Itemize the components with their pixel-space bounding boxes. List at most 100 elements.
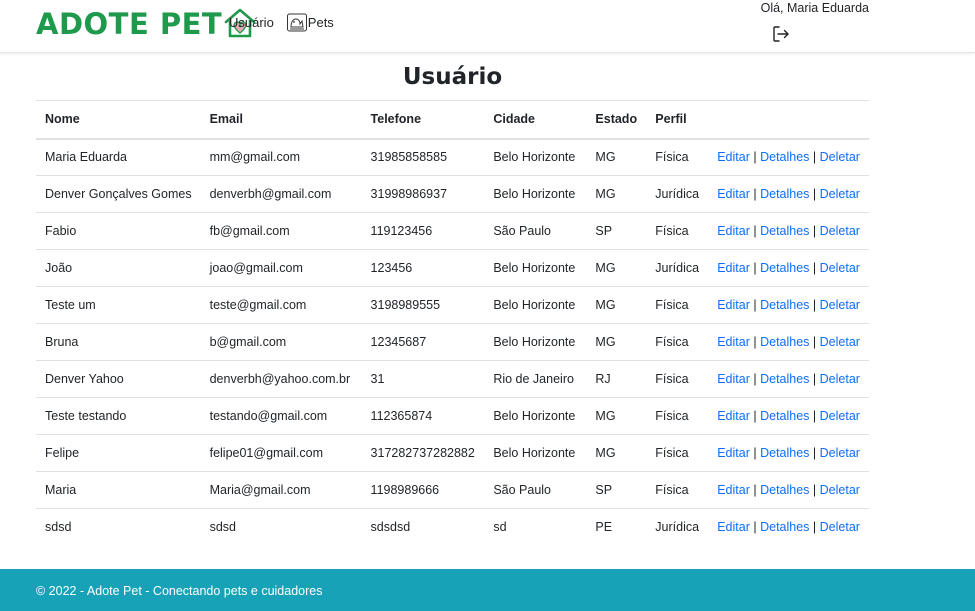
cell-estado: MG [586, 249, 647, 287]
delete-link[interactable]: Deletar [820, 298, 860, 312]
delete-link[interactable]: Deletar [820, 409, 860, 423]
cell-perfil: Jurídica [646, 175, 709, 213]
cell-perfil: Física [646, 360, 709, 398]
nav-link-usuario[interactable]: Usuário [229, 15, 274, 30]
table-row: sdsd sdsd sdsdsd sd PE Jurídica Editar | Detal… [36, 509, 869, 546]
details-link[interactable]: Detalhes [760, 483, 809, 497]
brand-link[interactable]: ADOTE PET [36, 6, 257, 42]
table-header: Nome Email Telefone Cidade Estado Perfil [36, 100, 869, 140]
nav-link-pets[interactable]: Pets [286, 11, 334, 33]
brand-name: ADOTE PET [36, 6, 223, 41]
details-link[interactable]: Detalhes [760, 261, 809, 275]
edit-link[interactable]: Editar [717, 483, 750, 497]
cell-actions: Editar | Detalhes | Deletar [708, 360, 869, 398]
edit-link[interactable]: Editar [717, 261, 750, 275]
edit-link[interactable]: Editar [717, 335, 750, 349]
edit-link[interactable]: Editar [717, 298, 750, 312]
footer-text: © 2022 - Adote Pet - Conectando pets e c… [36, 584, 323, 598]
cell-telefone: 119123456 [361, 212, 485, 250]
cell-nome: sdsd [45, 520, 72, 535]
edit-link[interactable]: Editar [717, 187, 750, 201]
cell-actions: Editar | Detalhes | Deletar [708, 434, 869, 472]
details-link[interactable]: Detalhes [760, 150, 809, 164]
action-separator: | [812, 409, 817, 423]
cell-perfil: Física [646, 212, 709, 250]
users-table-container: Nome Email Telefone Cidade Estado Perfil… [36, 100, 869, 546]
cell-perfil: Física [646, 397, 709, 435]
delete-link[interactable]: Deletar [820, 224, 860, 238]
cell-nome: Felipe [36, 434, 201, 472]
cell-estado: SP [586, 212, 647, 250]
cell-telefone: 31 [361, 360, 485, 398]
edit-link[interactable]: Editar [717, 409, 750, 423]
action-separator: | [753, 520, 757, 535]
delete-link[interactable]: Deletar [820, 483, 860, 497]
action-separator: | [812, 372, 817, 386]
cell-nome: João [36, 249, 201, 287]
delete-link[interactable]: Deletar [820, 187, 860, 201]
cell-actions: Editar | Detalhes | Deletar [708, 138, 869, 176]
delete-link[interactable]: Deletar [820, 446, 860, 460]
action-separator: | [812, 335, 817, 349]
table-body: Maria Eduarda mm@gmail.com 31985858585 Belo… [36, 138, 869, 546]
cell-email: denverbh@gmail.com [200, 175, 362, 213]
cell-perfil: Física [646, 434, 709, 472]
table-row: Teste testando testando@gmail.com 11236587… [36, 397, 869, 435]
cell-perfil: Jurídica [655, 520, 700, 535]
navbar: ADOTE PET Usuário Pets Olá, Maria Eduard… [0, 0, 975, 53]
cell-cidade: Belo Horizonte [484, 138, 587, 176]
main-nav: Usuário Pets [229, 11, 334, 33]
column-header-perfil: Perfil [646, 100, 709, 140]
column-header-telefone: Telefone [361, 100, 485, 140]
details-link[interactable]: Detalhes [760, 224, 809, 238]
details-link[interactable]: Detalhes [760, 446, 809, 460]
delete-link[interactable]: Deletar [820, 520, 860, 534]
cell-actions: Editar | Detalhes | Deletar [708, 175, 869, 213]
cell-nome: Fabio [36, 212, 201, 250]
action-separator: | [753, 446, 757, 460]
edit-link[interactable]: Editar [717, 372, 750, 386]
logout-icon[interactable] [772, 25, 790, 43]
table-row: Felipe felipe01@gmail.com 317282737282882 B… [36, 434, 869, 472]
action-separator: | [812, 446, 817, 460]
details-link[interactable]: Detalhes [760, 409, 809, 423]
details-link[interactable]: Detalhes [760, 520, 809, 534]
action-separator: | [812, 224, 817, 238]
cell-telefone: 112365874 [361, 397, 485, 435]
action-separator: | [753, 483, 757, 497]
nav-link-pets-label: Pets [307, 14, 334, 30]
edit-link[interactable]: Editar [717, 446, 750, 460]
action-separator: | [753, 372, 757, 386]
table-row: Denver Gonçalves Gomes denverbh@gmail.com… [36, 175, 869, 213]
cell-nome: Maria Eduarda [36, 138, 201, 176]
cell-cidade: Belo Horizonte [484, 175, 587, 213]
user-greeting: Olá, Maria Eduarda [760, 1, 869, 15]
cell-estado: RJ [586, 360, 647, 398]
details-link[interactable]: Detalhes [760, 187, 809, 201]
cell-telefone: 12345687 [361, 323, 485, 361]
cell-cidade: Belo Horizonte [484, 286, 587, 324]
cell-email: denverbh@yahoo.com.br [200, 360, 362, 398]
cell-email: teste@gmail.com [200, 286, 362, 324]
action-separator: | [812, 261, 817, 275]
action-separator: | [812, 187, 817, 201]
edit-link[interactable]: Editar [717, 224, 750, 238]
details-link[interactable]: Detalhes [760, 372, 809, 386]
cell-perfil: Física [646, 286, 709, 324]
details-link[interactable]: Detalhes [760, 298, 809, 312]
edit-link[interactable]: Editar [717, 520, 750, 534]
delete-link[interactable]: Deletar [820, 372, 860, 386]
table-row: Teste um teste@gmail.com 3198989555 Belo Ho… [36, 286, 869, 324]
cell-estado: SP [586, 471, 647, 509]
cell-email: sdsd [209, 520, 236, 535]
cell-cidade: Belo Horizonte [484, 434, 587, 472]
cell-email: mm@gmail.com [200, 138, 362, 176]
delete-link[interactable]: Deletar [820, 335, 860, 349]
cell-cidade: Belo Horizonte [484, 323, 587, 361]
cell-actions: Editar | Detalhes | Deletar [708, 323, 869, 361]
edit-link[interactable]: Editar [717, 150, 750, 164]
delete-link[interactable]: Deletar [820, 261, 860, 275]
details-link[interactable]: Detalhes [760, 335, 809, 349]
delete-link[interactable]: Deletar [820, 150, 860, 164]
cell-email: fb@gmail.com [200, 212, 362, 250]
